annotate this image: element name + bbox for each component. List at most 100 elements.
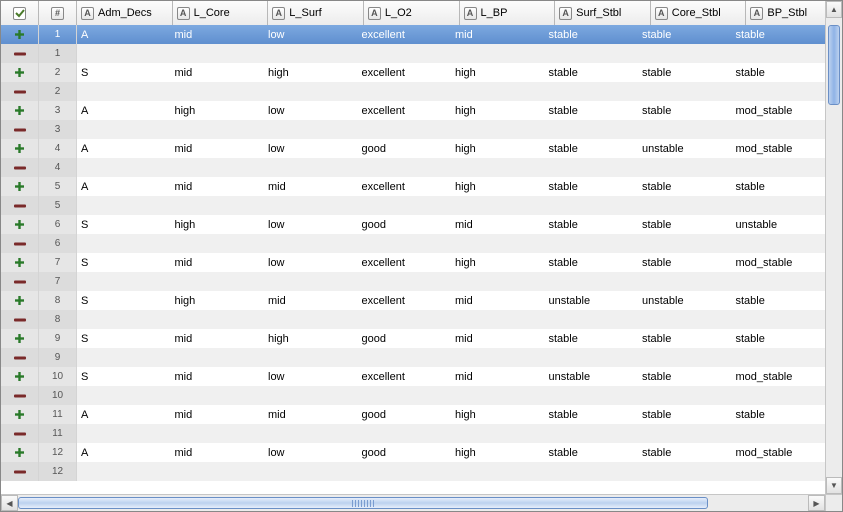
data-cell[interactable]	[77, 44, 171, 63]
table-row[interactable]: 5Amidmidexcellenthighstablestablestable	[1, 177, 825, 196]
data-cell[interactable]: stable	[732, 329, 826, 348]
data-cell[interactable]	[545, 234, 639, 253]
data-cell[interactable]: high	[451, 63, 545, 82]
header-L_Core[interactable]: AL_Core	[173, 1, 269, 25]
data-cell[interactable]	[358, 158, 452, 177]
data-cell[interactable]: mid	[171, 253, 265, 272]
data-cell[interactable]	[171, 82, 265, 101]
data-cell[interactable]: excellent	[358, 253, 452, 272]
data-cell[interactable]	[638, 424, 732, 443]
data-cell[interactable]	[264, 386, 358, 405]
data-cell[interactable]: unstable	[638, 139, 732, 158]
row-state-cell[interactable]	[1, 253, 39, 272]
row-state-cell[interactable]	[1, 367, 39, 386]
data-cell[interactable]: high	[451, 253, 545, 272]
data-cell[interactable]: mod_stable	[732, 253, 826, 272]
data-cell[interactable]: stable	[732, 25, 826, 44]
data-cell[interactable]	[264, 348, 358, 367]
row-state-cell[interactable]	[1, 329, 39, 348]
data-cell[interactable]: good	[358, 443, 452, 462]
table-row[interactable]: 1Amidlowexcellentmidstablestablestable	[1, 25, 825, 44]
table-row[interactable]: 11	[1, 424, 825, 443]
row-state-cell[interactable]	[1, 44, 39, 63]
table-row[interactable]: 1	[1, 44, 825, 63]
table-row[interactable]: 8	[1, 310, 825, 329]
data-cell[interactable]: A	[77, 443, 171, 462]
data-cell[interactable]: excellent	[358, 101, 452, 120]
row-state-cell[interactable]	[1, 462, 39, 481]
data-cell[interactable]	[451, 310, 545, 329]
scroll-right-button[interactable]: ▶	[808, 495, 825, 511]
data-cell[interactable]	[545, 196, 639, 215]
data-cell[interactable]	[264, 272, 358, 291]
data-cell[interactable]	[545, 348, 639, 367]
data-cell[interactable]: low	[264, 367, 358, 386]
data-cell[interactable]	[638, 44, 732, 63]
data-cell[interactable]	[545, 272, 639, 291]
data-cell[interactable]	[732, 310, 826, 329]
data-cell[interactable]: unstable	[545, 367, 639, 386]
data-cell[interactable]: mid	[171, 177, 265, 196]
data-cell[interactable]: stable	[545, 101, 639, 120]
data-cell[interactable]: low	[264, 443, 358, 462]
data-cell[interactable]: S	[77, 63, 171, 82]
data-cell[interactable]	[264, 82, 358, 101]
data-cell[interactable]: high	[264, 329, 358, 348]
data-cell[interactable]: S	[77, 329, 171, 348]
data-cell[interactable]	[732, 424, 826, 443]
data-cell[interactable]	[545, 82, 639, 101]
data-cell[interactable]	[358, 310, 452, 329]
data-cell[interactable]	[638, 386, 732, 405]
data-cell[interactable]	[451, 348, 545, 367]
data-cell[interactable]	[638, 234, 732, 253]
data-cell[interactable]	[77, 272, 171, 291]
data-cell[interactable]	[732, 348, 826, 367]
data-cell[interactable]: S	[77, 367, 171, 386]
data-cell[interactable]: good	[358, 329, 452, 348]
data-cell[interactable]: excellent	[358, 291, 452, 310]
data-cell[interactable]	[171, 120, 265, 139]
data-cell[interactable]: low	[264, 215, 358, 234]
header-Surf_Stbl[interactable]: ASurf_Stbl	[555, 1, 651, 25]
data-cell[interactable]	[732, 272, 826, 291]
data-cell[interactable]: mid	[171, 25, 265, 44]
header-row-number[interactable]: #	[39, 1, 77, 25]
table-row[interactable]: 9	[1, 348, 825, 367]
data-cell[interactable]: high	[264, 63, 358, 82]
row-state-cell[interactable]	[1, 272, 39, 291]
data-cell[interactable]: stable	[545, 253, 639, 272]
table-row[interactable]: 12Amidlowgoodhighstablestablemod_stable	[1, 443, 825, 462]
data-cell[interactable]: good	[358, 405, 452, 424]
data-cell[interactable]: excellent	[358, 63, 452, 82]
row-state-cell[interactable]	[1, 386, 39, 405]
data-cell[interactable]	[171, 386, 265, 405]
data-cell[interactable]: good	[358, 215, 452, 234]
row-state-cell[interactable]	[1, 82, 39, 101]
data-cell[interactable]	[451, 196, 545, 215]
data-cell[interactable]: stable	[638, 443, 732, 462]
header-Adm_Decs[interactable]: AAdm_Decs	[77, 1, 173, 25]
data-cell[interactable]: A	[77, 139, 171, 158]
data-cell[interactable]: stable	[545, 215, 639, 234]
data-cell[interactable]: mid	[171, 367, 265, 386]
data-cell[interactable]	[732, 386, 826, 405]
data-cell[interactable]: mid	[451, 25, 545, 44]
data-cell[interactable]	[358, 272, 452, 291]
data-cell[interactable]	[638, 272, 732, 291]
data-cell[interactable]	[451, 386, 545, 405]
data-cell[interactable]	[638, 196, 732, 215]
data-cell[interactable]: A	[77, 177, 171, 196]
row-state-cell[interactable]	[1, 234, 39, 253]
row-state-cell[interactable]	[1, 348, 39, 367]
data-cell[interactable]	[732, 82, 826, 101]
data-cell[interactable]: low	[264, 25, 358, 44]
header-L_O2[interactable]: AL_O2	[364, 1, 460, 25]
data-cell[interactable]: excellent	[358, 177, 452, 196]
data-cell[interactable]	[358, 424, 452, 443]
row-state-cell[interactable]	[1, 158, 39, 177]
data-cell[interactable]: high	[171, 101, 265, 120]
row-state-cell[interactable]	[1, 120, 39, 139]
data-cell[interactable]	[358, 120, 452, 139]
data-cell[interactable]: unstable	[638, 291, 732, 310]
header-L_BP[interactable]: AL_BP	[460, 1, 556, 25]
